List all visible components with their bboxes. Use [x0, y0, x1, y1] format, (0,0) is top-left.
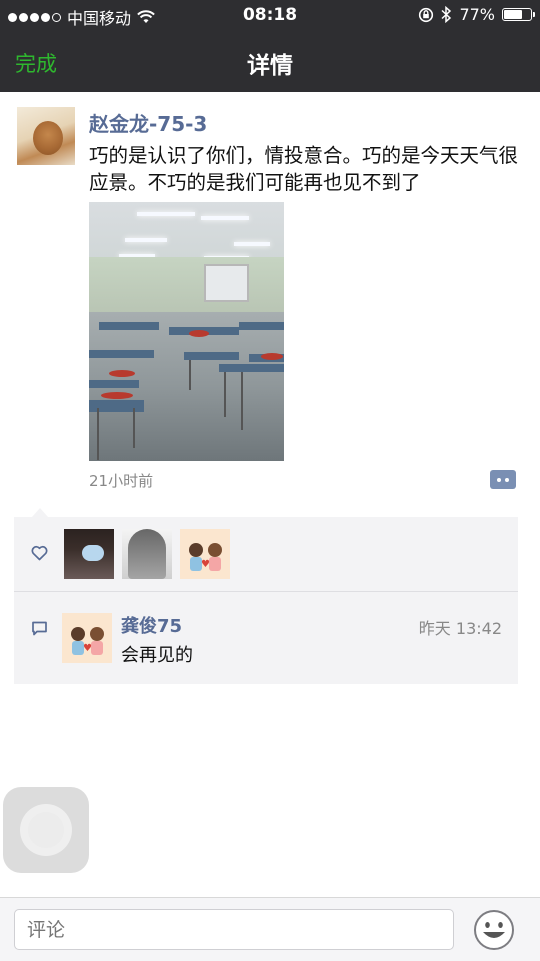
comment-bubble-icon	[32, 621, 47, 636]
battery-icon	[502, 8, 535, 21]
author-avatar[interactable]	[17, 107, 75, 165]
status-bar: 中国移动 08:18 77%	[0, 0, 540, 30]
post-timestamp: 21小时前	[89, 472, 154, 490]
nav-bar: 完成 详情	[0, 30, 540, 92]
page-title: 详情	[247, 53, 293, 79]
post-photo[interactable]	[89, 202, 284, 461]
comment-input[interactable]	[14, 909, 454, 950]
assistive-touch-button[interactable]	[3, 787, 89, 873]
commenter-name[interactable]: 龚俊75	[121, 612, 182, 638]
liker-avatar[interactable]	[64, 529, 114, 579]
more-actions-button[interactable]	[490, 470, 516, 489]
emoji-icon[interactable]	[473, 909, 515, 951]
bluetooth-icon	[441, 6, 452, 23]
post-text: 巧的是认识了你们，情投意合。巧的是今天天气很应景。不巧的是我们可能再也见不到了	[89, 144, 519, 194]
heart-icon	[31, 545, 48, 561]
liker-avatar[interactable]	[122, 529, 172, 579]
comment-timestamp: 昨天 13:42	[418, 619, 502, 638]
liker-avatar[interactable]: ♥	[180, 529, 230, 579]
comment-text[interactable]: 会再见的	[121, 641, 193, 667]
battery-percent: 77%	[459, 5, 495, 24]
post-author-name[interactable]: 赵金龙-75-3	[89, 108, 207, 137]
panel-arrow	[32, 508, 48, 517]
commenter-avatar[interactable]: ♥	[62, 613, 112, 663]
rotation-lock-icon	[419, 7, 434, 22]
